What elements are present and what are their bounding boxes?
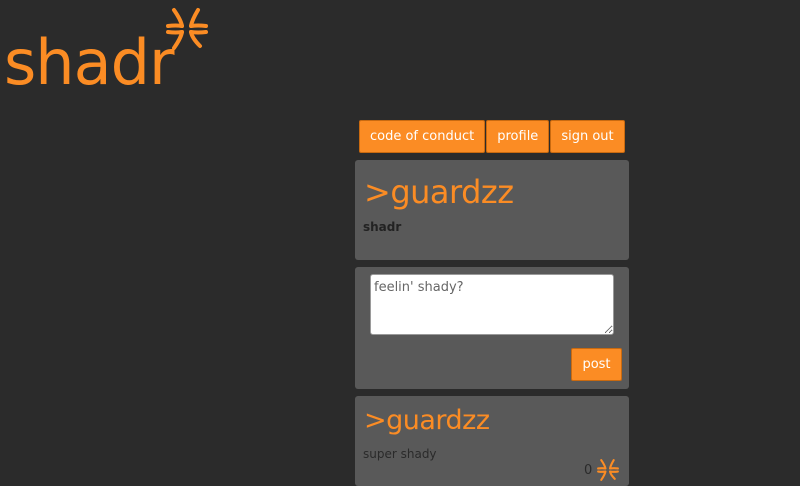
profile-subtitle: shadr [363, 220, 402, 234]
profile-card: >guardzz shadr [355, 160, 629, 260]
post-handle[interactable]: >guardzz [364, 404, 490, 438]
anger-symbol-icon [166, 8, 208, 50]
post-footer: 0 [584, 458, 620, 482]
post-button[interactable]: post [571, 348, 622, 381]
anger-symbol-icon[interactable] [596, 458, 620, 482]
top-nav: code of conduct profile sign out [359, 120, 625, 153]
post-body: super shady [363, 447, 437, 461]
sign-out-button[interactable]: sign out [550, 120, 625, 153]
code-of-conduct-button[interactable]: code of conduct [359, 120, 486, 153]
profile-button[interactable]: profile [486, 120, 550, 153]
compose-textarea[interactable] [370, 274, 614, 335]
app-logo[interactable]: shadr [4, 6, 214, 106]
logo-text: shadr [4, 26, 174, 99]
profile-handle: >guardzz [364, 173, 514, 211]
compose-card: post [355, 267, 629, 389]
feed-post: >guardzz super shady 0 [355, 396, 629, 486]
shade-count: 0 [584, 462, 593, 478]
